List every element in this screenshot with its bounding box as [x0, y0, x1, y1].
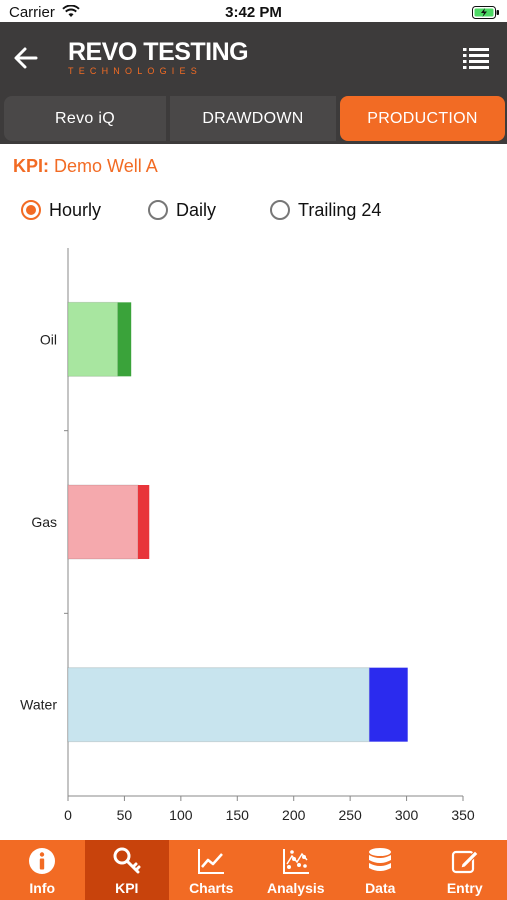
radio-hourly[interactable]: Hourly [21, 197, 101, 223]
x-tick-label: 200 [282, 807, 306, 823]
segmented-control: Revo iQ DRAWDOWN PRODUCTION [0, 94, 507, 144]
radio-circle [21, 200, 41, 220]
radio-label-daily: Daily [176, 199, 217, 220]
bottom-tab-bar: Info KPI Charts Analysis Data Entry [0, 840, 507, 900]
radio-circle [270, 200, 290, 220]
tab-info[interactable]: Info [0, 840, 85, 900]
x-tick-label: 150 [226, 807, 250, 823]
line-chart-icon [198, 849, 225, 874]
radio-label-hourly: Hourly [49, 199, 102, 220]
scatter-chart-icon [282, 849, 309, 874]
segment-revo-iq[interactable]: Revo iQ [4, 96, 166, 141]
production-bar-chart: Oil Gas Water 0 50 100 150 200 250 300 350 [0, 236, 507, 826]
radio-trailing-24[interactable]: Trailing 24 [270, 197, 381, 223]
radio-selected-dot [26, 205, 36, 215]
radio-label-trailing-24: Trailing 24 [298, 199, 382, 220]
tab-label-analysis: Analysis [266, 880, 325, 896]
logo-main-text: REVO TESTING [68, 38, 249, 66]
radio-daily[interactable]: Daily [148, 197, 216, 223]
back-arrow-icon[interactable] [10, 42, 42, 74]
tab-label-entry: Entry [446, 880, 483, 896]
radio-circle [148, 200, 168, 220]
list-menu-icon[interactable] [462, 44, 490, 72]
bar-gas-segment-1 [67, 484, 139, 560]
app-header: REVO TESTING TECHNOLOGIES [0, 22, 507, 94]
x-tick-label: 350 [451, 807, 475, 823]
status-time: 3:42 PM [225, 4, 282, 21]
bar-oil-segment-2 [117, 302, 132, 377]
battery-charging-icon [472, 6, 499, 19]
y-tick-label-gas: Gas [31, 514, 57, 530]
segment-drawdown[interactable]: DRAWDOWN [170, 96, 336, 141]
edit-icon [451, 850, 479, 874]
x-tick-label: 100 [169, 807, 193, 823]
tab-data[interactable]: Data [338, 840, 423, 900]
database-icon [369, 848, 392, 871]
kpi-title: KPI: Demo Well A [13, 156, 158, 177]
well-name: Demo Well A [54, 156, 158, 176]
kpi-prefix: KPI: [13, 156, 49, 176]
info-icon [29, 848, 56, 874]
status-bar: Carrier 3:42 PM [0, 0, 507, 22]
chart-svg: Oil Gas Water 0 50 100 150 200 250 300 350 [20, 248, 475, 823]
tab-label-info: Info [29, 880, 56, 896]
tab-charts[interactable]: Charts [169, 840, 254, 900]
logo-sub-text: TECHNOLOGIES [68, 66, 202, 76]
y-tick-label-water: Water [20, 697, 57, 713]
tab-analysis[interactable]: Analysis [254, 840, 339, 900]
tab-label-kpi: KPI [115, 880, 139, 896]
x-tick-label: 250 [338, 807, 362, 823]
bar-gas-segment-2 [137, 485, 150, 559]
tab-entry[interactable]: Entry [423, 840, 507, 900]
revo-testing-logo: REVO TESTING TECHNOLOGIES [68, 38, 249, 78]
y-tick-label-oil: Oil [40, 331, 57, 347]
tab-label-charts: Charts [189, 880, 234, 896]
x-tick-label: 300 [395, 807, 419, 823]
tab-kpi[interactable]: KPI [84, 840, 169, 900]
x-tick-label: 50 [117, 807, 133, 823]
bar-water-segment-1 [67, 667, 370, 743]
segment-production[interactable]: PRODUCTION [340, 96, 505, 141]
bar-water-segment-2 [369, 667, 408, 742]
tab-label-data: Data [365, 880, 396, 896]
x-tick-label: 0 [64, 807, 72, 823]
bar-oil-segment-1 [67, 301, 119, 377]
key-icon [113, 847, 141, 874]
